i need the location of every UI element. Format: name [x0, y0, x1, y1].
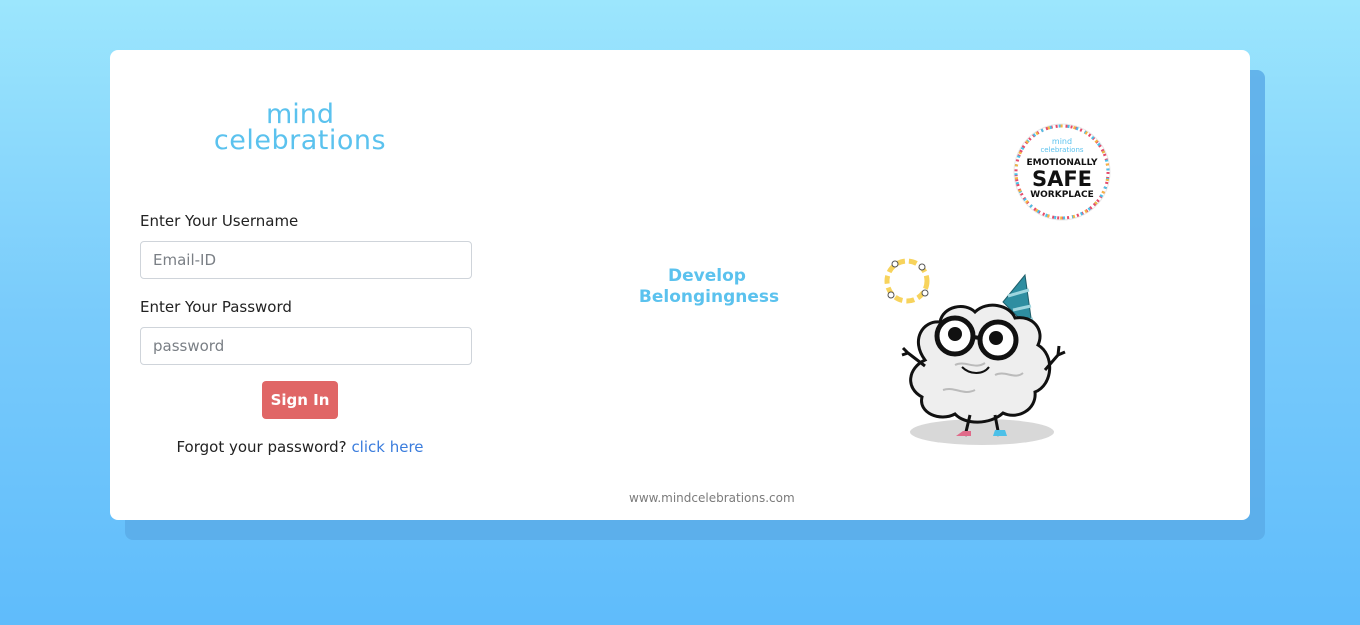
sign-in-button[interactable]: Sign In — [262, 381, 338, 419]
username-input[interactable] — [140, 241, 472, 279]
hero-illustration: mind celebrations EMOTIONALLY SAFE WORKP… — [639, 123, 1111, 445]
hero-headline-line2: Belongingness — [639, 287, 779, 307]
website-url: www.mindcelebrations.com — [629, 491, 795, 505]
belonging-circle-icon — [884, 258, 930, 304]
brand-logo-line2: celebrations — [213, 125, 387, 156]
badge-brand-line1: mind — [1052, 137, 1072, 146]
brain-mascot-icon — [901, 273, 1066, 445]
username-label: Enter Your Username — [140, 212, 299, 230]
forgot-password-link[interactable]: click here — [351, 438, 423, 456]
safe-workplace-badge-icon: mind celebrations EMOTIONALLY SAFE WORKP… — [1013, 123, 1111, 221]
forgot-password-text: Forgot your password? — [176, 438, 347, 456]
password-label: Enter Your Password — [140, 298, 292, 316]
login-card: mind celebrations Enter Your Username En… — [110, 50, 1250, 520]
brand-logo: mind celebrations — [200, 101, 400, 156]
badge-line2: SAFE — [1032, 167, 1092, 191]
badge-brand-line2: celebrations — [1040, 146, 1083, 154]
hero-headline-line1: Develop — [668, 266, 746, 286]
password-input[interactable] — [140, 327, 472, 365]
forgot-password-row: Forgot your password? click here — [140, 438, 460, 456]
badge-line3: WORKPLACE — [1030, 190, 1094, 200]
